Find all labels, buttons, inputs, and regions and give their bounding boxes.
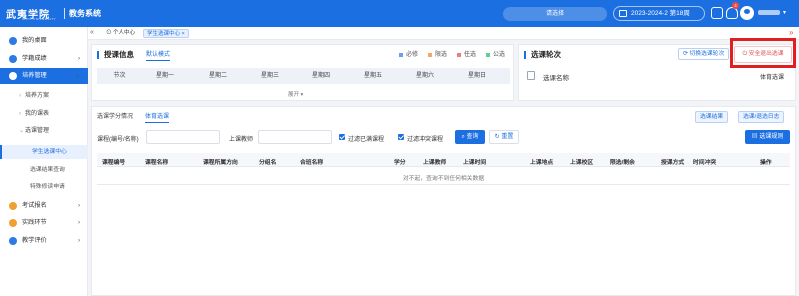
schedule-col: 星期二 <box>208 73 227 79</box>
divider <box>64 8 65 19</box>
col-location: 上课地点 <box>530 160 554 166</box>
col-actions: 操作 <box>760 160 772 166</box>
col-teaching-mode: 授课方式 <box>661 160 685 166</box>
round-title: 选课轮次 <box>524 51 561 59</box>
chevron-right-icon: › <box>77 202 80 209</box>
logo-subtitle: WUYI UNIVERSITY <box>22 17 57 21</box>
page-tabs: ⊙ 个人中心 学生选课中心 × <box>88 27 799 40</box>
calendar-icon <box>619 10 627 17</box>
rules-button[interactable]: ▤ 选课规则 <box>745 130 790 144</box>
schedule-col: 星期三 <box>260 73 279 79</box>
col-quota: 限选/剩余 <box>610 160 635 166</box>
switch-round-button[interactable]: ⟳ 切换选课轮次 <box>678 48 730 60</box>
schedule-col: 星期日 <box>467 73 486 79</box>
schedule-col: 节次 <box>113 73 126 79</box>
avatar[interactable] <box>740 6 754 20</box>
tab-credit-status[interactable]: 选课学分情况 <box>97 112 133 122</box>
sidebar-item-plan[interactable]: › 培养方案 <box>0 89 88 103</box>
col-course-name: 课程名称 <box>145 160 169 166</box>
desktop-icon <box>9 37 17 45</box>
course-filter-input[interactable] <box>146 130 220 144</box>
filter-conflict-label: 过滤冲突课程 <box>407 137 444 143</box>
chevron-down-icon[interactable]: ▾ <box>783 9 786 16</box>
evaluation-icon <box>9 237 17 245</box>
schedule-col: 星期一 <box>155 73 174 79</box>
sidebar-item-evaluation[interactable]: 教学评价 › <box>0 233 88 249</box>
tab-personal-center[interactable]: ⊙ 个人中心 <box>103 29 138 38</box>
grades-icon <box>9 55 17 63</box>
home-icon: ⊙ <box>106 30 114 36</box>
legend-public: 公选 <box>486 51 505 59</box>
sidebar-item-result-query[interactable]: 选课结果查询 <box>0 163 88 177</box>
document-icon <box>527 71 535 80</box>
legend-limited: 限选 <box>428 51 447 59</box>
search-select[interactable]: 请选择 <box>503 7 607 21</box>
col-course-code: 课程编号 <box>102 160 126 166</box>
course-result-button[interactable]: 选课结果 <box>695 111 729 123</box>
tab-default-mode[interactable]: 默认模式 <box>146 51 171 61</box>
sidebar-item-special-apply[interactable]: 特殊修读申请 <box>0 180 88 194</box>
chevron-right-icon: › <box>77 219 80 226</box>
col-campus: 上课校区 <box>570 160 594 166</box>
training-icon <box>9 72 17 80</box>
course-name-label: 选课名称 <box>543 75 569 82</box>
chevron-down-icon: ⌄ <box>74 72 80 79</box>
reset-button[interactable]: ↻ 重置 <box>489 130 519 144</box>
system-title: 教务系统 <box>69 9 101 18</box>
highlight-box <box>730 38 796 68</box>
scroll-right-icon[interactable]: » <box>789 28 793 37</box>
course-log-button[interactable]: 选课/退选日志 <box>738 111 785 123</box>
query-button[interactable]: ⌕ 查询 <box>455 130 485 144</box>
col-credit: 学分 <box>394 160 406 166</box>
chevron-right-icon: › <box>77 237 80 244</box>
schedule-col: 星期六 <box>415 73 434 79</box>
tab-course-center[interactable]: 学生选课中心 × <box>143 29 189 38</box>
collapse-sidebar-icon[interactable]: « <box>90 29 94 36</box>
term-label: 2023-2024-2 第18周 <box>631 10 690 17</box>
schedule-col: 星期四 <box>311 73 330 79</box>
col-class-name: 合班名称 <box>300 160 324 166</box>
tab-pe-course[interactable]: 体育选课 <box>145 112 170 123</box>
term-selector[interactable]: 2023-2024-2 第18周 <box>613 6 705 21</box>
fullscreen-icon[interactable] <box>711 7 723 19</box>
col-group: 分组名 <box>259 160 277 166</box>
schedule-title: 授课信息 <box>97 51 134 59</box>
practice-icon <box>9 219 17 227</box>
legend-optional: 任选 <box>457 51 476 59</box>
course-filter-label: 课程(编号/名称) <box>97 137 139 143</box>
top-bar: 武夷学院 WUYI UNIVERSITY 教务系统 请选择 2023-2024-… <box>0 0 799 27</box>
sidebar-item-course-center[interactable]: 学生选课中心 <box>0 145 88 159</box>
teacher-filter-input[interactable] <box>258 130 332 144</box>
schedule-col: 星期五 <box>363 73 382 79</box>
empty-message: 对不起，查询不到任何相关数据 <box>402 176 485 182</box>
exam-icon <box>9 202 17 210</box>
legend-required: 必修 <box>399 51 418 59</box>
filter-conflict-checkbox[interactable] <box>398 134 404 140</box>
course-name-value: 体育选课 <box>760 75 785 81</box>
chevron-right-icon: › <box>77 55 80 62</box>
expand-toggle[interactable]: 展开 ▾ <box>288 90 303 98</box>
sidebar-item-grades[interactable]: 学籍成绩 › <box>0 51 88 67</box>
sidebar-item-training[interactable]: 培养管理 ⌄ <box>0 68 88 84</box>
sidebar-item-timetable[interactable]: › 我的课表 <box>0 107 88 121</box>
col-teacher: 上课教师 <box>423 160 447 166</box>
filter-full-checkbox[interactable] <box>339 134 345 140</box>
sidebar-item-exam[interactable]: 考试报名 › <box>0 198 88 214</box>
user-name-redacted[interactable] <box>758 10 780 15</box>
col-direction: 课程所属方向 <box>203 160 238 166</box>
col-time-conflict: 时间冲突 <box>693 160 717 166</box>
sidebar-item-practice[interactable]: 实践环节 › <box>0 215 88 231</box>
teacher-filter-label: 上课教师 <box>229 137 254 143</box>
sidebar-item-course-mgmt[interactable]: ⌄ 选课管理 <box>0 124 88 138</box>
col-time: 上课时间 <box>463 160 487 166</box>
notification-badge: 4 <box>732 2 739 9</box>
sidebar-item-desktop[interactable]: 我的桌面 <box>0 33 88 49</box>
filter-full-label: 过滤已满课程 <box>348 137 385 143</box>
